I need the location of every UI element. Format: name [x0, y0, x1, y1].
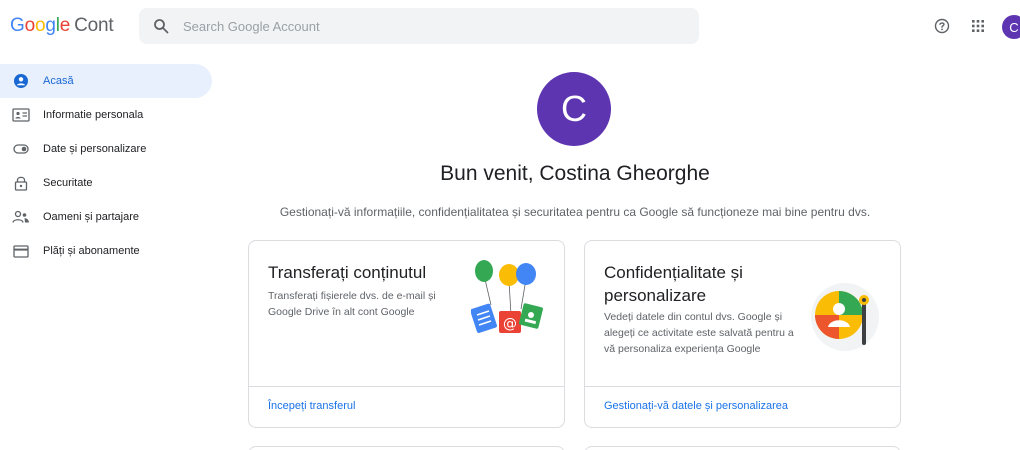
logo-letter: e [59, 15, 71, 36]
profile-avatar[interactable]: C [537, 72, 611, 146]
card-divider [249, 386, 564, 387]
logo-letter: g [45, 15, 56, 36]
top-bar: GoogleCont C [0, 0, 1020, 52]
card-title: Transferați conținutul [268, 263, 427, 282]
logo-letter: G [10, 15, 25, 36]
sidebar-item-label: Acasă [43, 75, 74, 87]
manage-data-link[interactable]: Gestionați-vă datele și personalizarea [604, 400, 788, 412]
apps-grid-icon[interactable] [966, 14, 990, 38]
welcome-heading: Bun venit, Costina Gheorghe [440, 162, 710, 185]
sidebar-item-data-personalization[interactable]: Date și personalizare [0, 132, 212, 166]
sidebar-item-personal-info[interactable]: Informatie personala [0, 98, 212, 132]
lock-icon [12, 174, 30, 192]
svg-text:@: @ [503, 316, 517, 332]
sidebar-item-label: Informatie personala [43, 109, 144, 121]
id-card-icon [12, 106, 30, 124]
card-title: Confidențialitate și personalizare [604, 263, 743, 305]
transfer-content-card[interactable]: Transferați conținutul Transferați fișie… [248, 240, 565, 428]
google-account-logo[interactable]: Google Cont [10, 15, 114, 37]
people-icon [12, 208, 30, 226]
sidebar-item-label: Securitate [43, 177, 93, 189]
sidebar-item-people-sharing[interactable]: Oameni și partajare [0, 200, 212, 234]
transfer-balloons-illustration: @ [470, 259, 549, 337]
card-partial [584, 446, 901, 450]
card-icon [12, 242, 30, 260]
privacy-illustration [809, 281, 881, 353]
search-bar[interactable] [139, 8, 699, 44]
help-icon[interactable] [930, 14, 954, 38]
start-transfer-link[interactable]: Începeți transferul [268, 400, 355, 412]
logo-letter: o [34, 15, 46, 36]
sidebar-item-label: Plăți și abonamente [43, 245, 140, 257]
logo-letter: o [24, 15, 36, 36]
logo-product-name: Cont [74, 15, 114, 36]
sidebar-item-label: Date și personalizare [43, 143, 147, 155]
sidebar-item-home[interactable]: Acasă [0, 64, 212, 98]
search-icon[interactable] [153, 18, 169, 34]
card-description: Transferați fișierele dvs. de e-mail și … [268, 290, 436, 318]
home-icon [12, 72, 30, 90]
sidebar-item-label: Oameni și partajare [43, 211, 139, 223]
sidebar-nav: Acasă Informatie personala Date și perso… [0, 64, 212, 268]
search-input[interactable] [183, 16, 683, 36]
card-partial [248, 446, 565, 450]
account-avatar[interactable]: C [1002, 15, 1020, 39]
welcome-subtitle: Gestionați-vă informațiile, confidențial… [279, 205, 871, 219]
sidebar-item-security[interactable]: Securitate [0, 166, 212, 200]
privacy-personalization-card[interactable]: Confidențialitate și personalizare Vedeț… [584, 240, 901, 428]
card-divider [585, 386, 900, 387]
card-description: Vedeți datele din contul dvs. Google și … [604, 311, 794, 355]
sidebar-item-payments[interactable]: Plăți și abonamente [0, 234, 212, 268]
toggle-icon [12, 140, 30, 158]
